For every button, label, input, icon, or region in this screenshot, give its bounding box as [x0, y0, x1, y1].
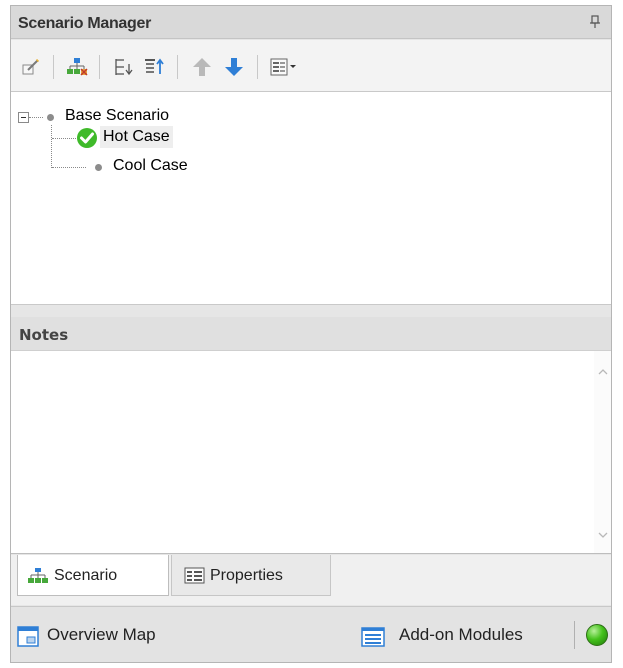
addon-modules-button[interactable]: Add-on Modules [361, 625, 571, 649]
view-options-icon [270, 58, 296, 76]
create-child-scenario-button[interactable] [66, 56, 88, 78]
edit-scenario-icon [22, 59, 39, 75]
tree-node-cool-case[interactable]: Cool Case [113, 157, 188, 175]
current-scenario-check-icon [76, 127, 98, 154]
tab-properties-label: Properties [210, 567, 283, 584]
toolbar-separator [177, 55, 178, 79]
pin-icon[interactable] [589, 15, 601, 34]
scenario-dot-icon [95, 164, 102, 171]
scroll-down-icon[interactable] [598, 531, 608, 539]
panel-titlebar: Scenario Manager [11, 6, 611, 39]
collapse-toggle[interactable] [18, 112, 29, 123]
tree-node-hot-case[interactable]: Hot Case [100, 126, 173, 148]
scenario-tree: Base Scenario Hot Case Cool Case [11, 91, 611, 305]
chevron-down-icon [290, 65, 296, 68]
status-light-icon [586, 624, 608, 646]
arrow-down-icon [225, 58, 243, 76]
expand-tree-button[interactable] [143, 56, 165, 78]
overview-map-icon [17, 626, 39, 647]
status-bar: Overview Map Add-on Modules [11, 606, 611, 662]
toolbar-separator [53, 55, 54, 79]
panel-title: Scenario Manager [18, 15, 152, 32]
scenario-toolbar [11, 40, 611, 91]
tab-scenario[interactable]: Scenario [17, 555, 169, 596]
scenario-tree-icon [27, 567, 49, 590]
scenario-tree-icon [67, 58, 88, 76]
status-divider [574, 621, 575, 649]
addon-modules-icon [361, 627, 385, 647]
toolbar-separator [99, 55, 100, 79]
collapse-tree-button[interactable] [112, 56, 134, 78]
notes-title: Notes [19, 326, 69, 344]
toolbar-separator [257, 55, 258, 79]
panel-tabs: Scenario Properties [11, 555, 611, 605]
edit-scenario-button[interactable] [20, 56, 42, 78]
tree-connector [52, 167, 86, 168]
expand-tree-icon [145, 58, 164, 74]
properties-grid-icon [184, 567, 206, 590]
scenario-manager-panel: Scenario Manager Base Scenario Hot Case … [10, 5, 612, 663]
arrow-up-icon [193, 58, 211, 76]
tab-scenario-label: Scenario [54, 567, 118, 584]
tree-connector [29, 117, 43, 118]
view-options-dropdown[interactable] [269, 56, 299, 78]
notes-textarea[interactable] [11, 351, 611, 554]
collapse-tree-icon [115, 59, 133, 76]
notes-header: Notes [11, 317, 611, 351]
addon-modules-label: Add-on Modules [399, 625, 523, 644]
scenario-dot-icon [47, 114, 54, 121]
tree-node-base-scenario[interactable]: Base Scenario [65, 107, 169, 125]
overview-map-button[interactable]: Overview Map [17, 625, 207, 649]
tree-connector [51, 125, 52, 168]
move-up-button[interactable] [191, 56, 213, 78]
move-down-button[interactable] [223, 56, 245, 78]
tab-properties[interactable]: Properties [171, 555, 331, 596]
tree-connector [52, 138, 76, 139]
overview-map-label: Overview Map [47, 625, 156, 644]
scroll-up-icon[interactable] [598, 368, 608, 376]
notes-scrollbar[interactable] [594, 351, 611, 553]
